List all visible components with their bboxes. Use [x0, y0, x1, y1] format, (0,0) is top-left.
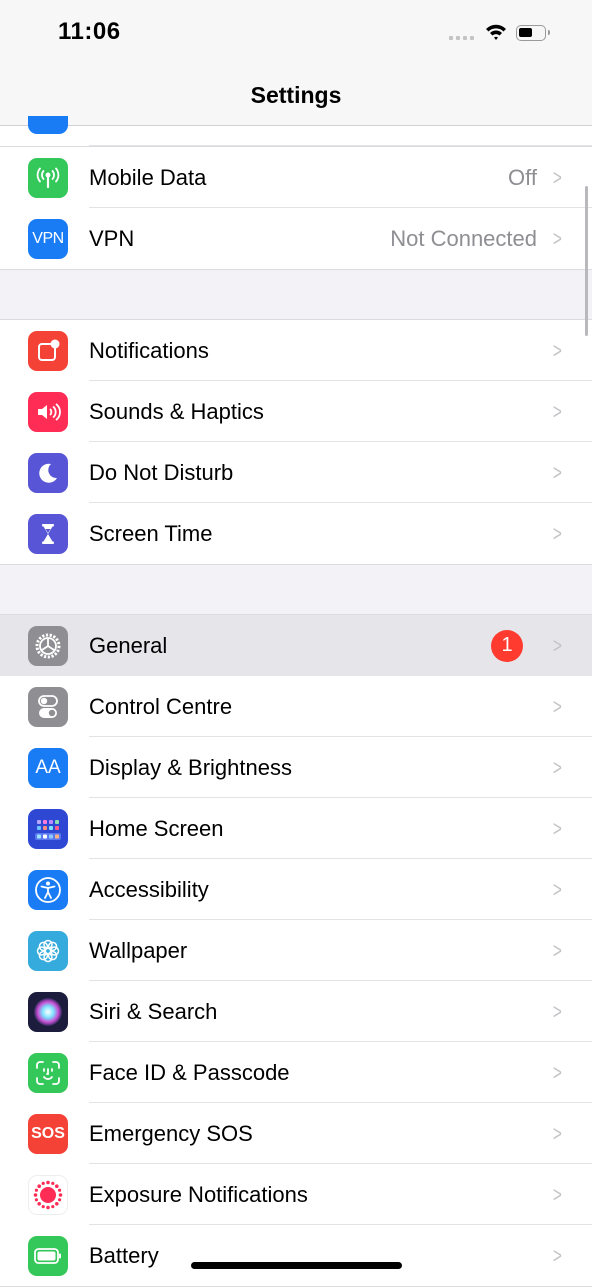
battery-status-icon — [516, 25, 550, 41]
row-label: Notifications — [89, 337, 209, 363]
row-label: Sounds & Haptics — [89, 398, 264, 424]
notification-badge: 1 — [491, 629, 523, 662]
accessibility-icon — [28, 869, 68, 910]
chevron-right-icon: > — [553, 937, 563, 963]
wifi-icon — [486, 24, 506, 40]
notifications-icon — [28, 330, 68, 371]
chevron-right-icon: > — [553, 815, 563, 841]
chevron-right-icon: > — [553, 225, 563, 251]
settings-row-do-not-disturb[interactable]: Do Not Disturb > — [0, 442, 592, 503]
siri-icon — [28, 991, 68, 1032]
settings-row-home-screen[interactable]: Home Screen > — [0, 798, 592, 859]
row-label: Emergency SOS — [89, 1120, 253, 1146]
chevron-right-icon: > — [553, 398, 563, 424]
row-label: Display & Brightness — [89, 754, 292, 780]
scrollbar[interactable] — [585, 186, 588, 336]
status-time: 11:06 — [58, 18, 121, 45]
row-label: Mobile Data — [89, 164, 207, 190]
settings-row-display-brightness[interactable]: AA Display & Brightness > — [0, 737, 592, 798]
status-bar: 11:06 — [0, 0, 592, 70]
hourglass-icon — [28, 513, 68, 554]
battery-icon — [28, 1235, 68, 1276]
chevron-right-icon: > — [553, 337, 563, 363]
chevron-right-icon: > — [553, 998, 563, 1024]
chevron-right-icon: > — [553, 520, 563, 546]
chevron-right-icon: > — [553, 164, 563, 190]
chevron-right-icon: > — [553, 1242, 563, 1268]
row-label: Siri & Search — [89, 998, 218, 1024]
row-label: Do Not Disturb — [89, 459, 234, 485]
settings-row-vpn[interactable]: VPN VPN Not Connected > — [0, 208, 592, 269]
settings-row-wallpaper[interactable]: Wallpaper > — [0, 920, 592, 981]
text-size-icon: AA — [28, 747, 68, 788]
chevron-right-icon: > — [553, 1059, 563, 1085]
row-label: Exposure Notifications — [89, 1181, 308, 1207]
row-value: Not Connected — [390, 225, 537, 251]
app-grid-icon — [28, 808, 68, 849]
settings-row-general[interactable]: General 1 > — [0, 615, 592, 676]
cellular-signal-icon — [449, 36, 474, 40]
row-label: VPN — [89, 225, 135, 251]
page-title: Settings — [250, 82, 342, 108]
chevron-right-icon: > — [553, 693, 563, 719]
settings-row-control-centre[interactable]: Control Centre > — [0, 676, 592, 737]
row-label: Home Screen — [89, 815, 224, 841]
moon-icon — [28, 452, 68, 493]
row-label: Control Centre — [89, 693, 233, 719]
partial-row[interactable] — [0, 116, 592, 146]
chevron-right-icon: > — [553, 1120, 563, 1146]
partial-icon — [28, 116, 68, 134]
row-label: Face ID & Passcode — [89, 1059, 290, 1085]
settings-row-mobile-data[interactable]: Mobile Data Off > — [0, 147, 592, 208]
chevron-right-icon: > — [553, 1181, 563, 1207]
chevron-right-icon: > — [553, 754, 563, 780]
antenna-icon — [28, 157, 68, 198]
settings-row-battery[interactable]: Battery > — [0, 1225, 592, 1286]
chevron-right-icon: > — [553, 876, 563, 902]
chevron-right-icon: > — [553, 632, 563, 658]
navigation-bar: Settings — [0, 70, 592, 126]
face-id-icon — [28, 1052, 68, 1093]
vpn-icon: VPN — [28, 218, 68, 259]
exposure-icon — [28, 1174, 68, 1215]
settings-group-notifications: Notifications > Sounds & Haptics > Do No… — [0, 319, 592, 565]
toggles-icon — [28, 686, 68, 727]
settings-row-sounds-haptics[interactable]: Sounds & Haptics > — [0, 381, 592, 442]
settings-row-accessibility[interactable]: Accessibility > — [0, 859, 592, 920]
sos-icon: SOS — [28, 1113, 68, 1154]
speaker-icon — [28, 391, 68, 432]
chevron-right-icon: > — [553, 459, 563, 485]
vpn-icon-text: VPN — [32, 229, 64, 247]
row-label: Accessibility — [89, 876, 209, 902]
home-indicator[interactable] — [191, 1262, 402, 1269]
row-label: Battery — [89, 1242, 159, 1268]
sos-icon-text: SOS — [31, 1124, 65, 1142]
text-size-icon-text: AA — [35, 756, 61, 778]
settings-row-face-id-passcode[interactable]: Face ID & Passcode > — [0, 1042, 592, 1103]
settings-row-siri-search[interactable]: Siri & Search > — [0, 981, 592, 1042]
row-value: Off — [508, 164, 537, 190]
settings-group-general: General 1 > Control Centre > AA Display … — [0, 614, 592, 1287]
settings-list: Mobile Data Off > VPN VPN Not Connected … — [0, 116, 592, 1287]
row-label: Screen Time — [89, 520, 213, 546]
settings-row-emergency-sos[interactable]: SOS Emergency SOS > — [0, 1103, 592, 1164]
settings-row-screen-time[interactable]: Screen Time > — [0, 503, 592, 564]
settings-row-notifications[interactable]: Notifications > — [0, 320, 592, 381]
row-label: General — [89, 632, 168, 658]
row-label: Wallpaper — [89, 937, 188, 963]
settings-row-exposure-notifications[interactable]: Exposure Notifications > — [0, 1164, 592, 1225]
flower-icon — [28, 930, 68, 971]
settings-group-network: Mobile Data Off > VPN VPN Not Connected … — [0, 146, 592, 270]
gear-icon — [28, 625, 68, 666]
